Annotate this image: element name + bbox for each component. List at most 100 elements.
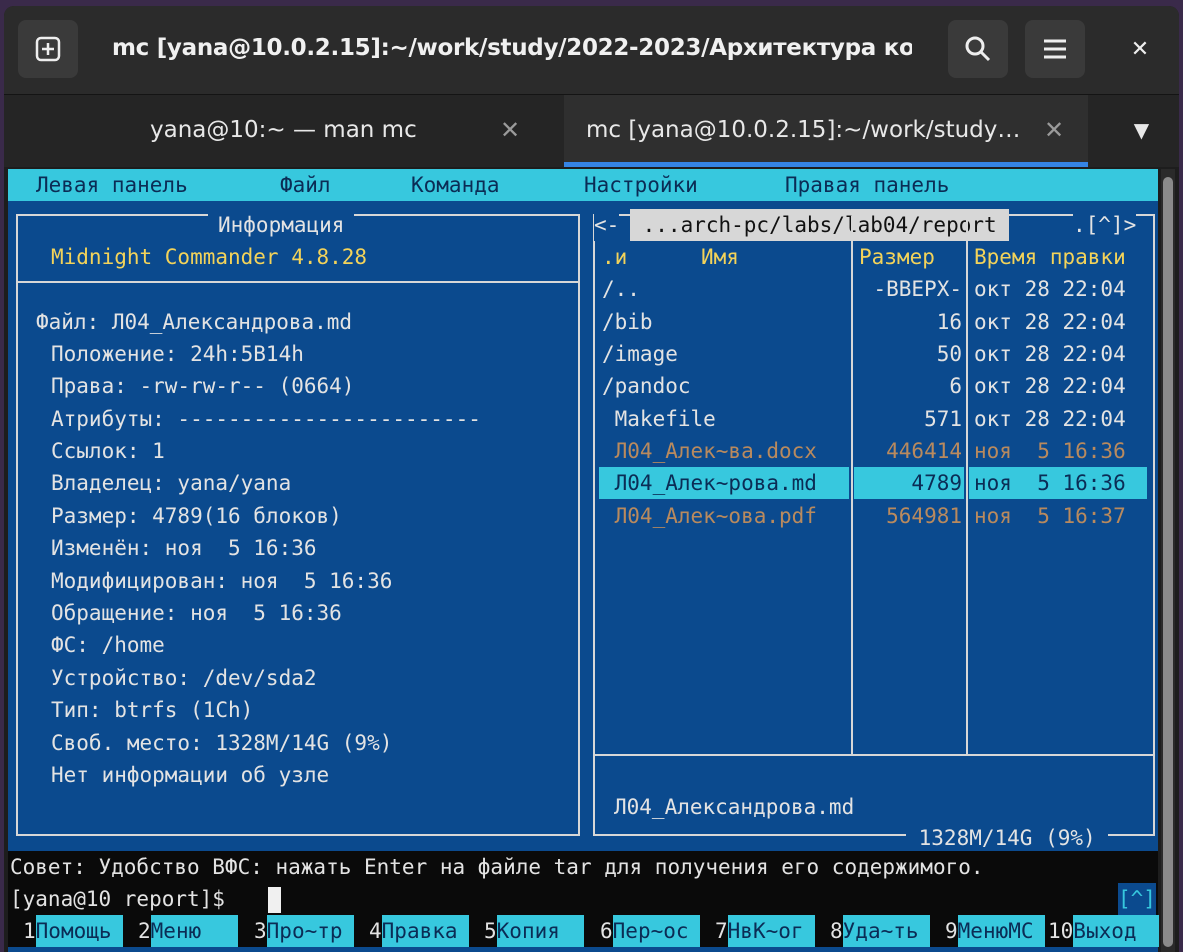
menu-button[interactable] <box>1025 20 1085 78</box>
info-line: Положение: 24h:5B14h <box>51 342 304 366</box>
close-window-button[interactable]: ✕ <box>1110 20 1170 78</box>
close-icon: ✕ <box>1130 36 1150 62</box>
prompt-history-indicator[interactable]: [^] <box>1118 883 1156 915</box>
file-name: Л04_Алек~рова.md <box>602 471 817 495</box>
chevron-down-icon: ▼ <box>1133 118 1150 142</box>
info-line: Нет информации об узле <box>51 763 330 787</box>
window-title: mc [yana@10.0.2.15]:~/work/study/2022-20… <box>112 35 912 61</box>
panel-nav-left[interactable]: <- <box>594 209 620 241</box>
terminal-scrollbar[interactable] <box>1161 169 1175 952</box>
menu-command[interactable]: Команда <box>411 169 500 201</box>
fkey-number: 7 <box>715 919 728 943</box>
file-mtime: ноя 5 16:36 <box>974 439 1126 463</box>
fkey-delete[interactable]: 8Уда~ть <box>830 915 930 947</box>
terminal-area[interactable]: Левая панель Файл Команда Настройки Прав… <box>4 167 1179 952</box>
file-name: Л04_Алек~ва.docx <box>602 439 817 463</box>
left-panel-title: Информация <box>208 209 355 241</box>
file-size: -ВВЕРХ- <box>873 277 962 301</box>
file-size: 50 <box>936 342 962 366</box>
new-tab-icon <box>35 36 61 62</box>
fkey-number: 9 <box>945 919 958 943</box>
fkey-label: Уда~ть <box>842 915 930 947</box>
fkey-number: 5 <box>484 919 497 943</box>
fkey-move[interactable]: 6Пер~ос <box>600 915 700 947</box>
info-line: Атрибуты: ------------------------ <box>51 407 481 431</box>
info-line: Устройство: /dev/sda2 <box>51 666 317 690</box>
fkey-copy[interactable]: 5Копия <box>484 915 584 947</box>
fkey-label: Пер~ос <box>612 915 700 947</box>
fkey-view[interactable]: 3Про~тр <box>254 915 354 947</box>
panel-nav-right[interactable]: .[^]> <box>1073 209 1137 241</box>
command-area: Совет: Удобство ВФС: нажать Enter на фай… <box>8 851 1158 915</box>
file-size: 571 <box>924 407 962 431</box>
file-size: 6 <box>949 374 962 398</box>
search-button[interactable] <box>948 20 1008 78</box>
fkey-label: Копия <box>496 915 584 947</box>
file-mtime: окт 28 22:04 <box>974 277 1126 301</box>
menu-file[interactable]: Файл <box>280 169 331 201</box>
fkey-number: 1 <box>23 919 36 943</box>
fkey-number: 10 <box>1048 919 1074 943</box>
file-mtime: ноя 5 16:36 <box>974 471 1126 495</box>
sort-indicator[interactable]: .и <box>602 241 627 273</box>
mc-version: Midnight Commander 4.8.28 <box>51 245 368 269</box>
info-line: Изменён: ноя 5 16:36 <box>51 536 317 560</box>
fkey-exit[interactable]: 10Выход <box>1048 915 1160 947</box>
tab-man-mc[interactable]: yana@10:~ — man mc ✕ <box>4 95 564 167</box>
terminal-window: mc [yana@10.0.2.15]:~/work/study/2022-20… <box>4 6 1179 952</box>
menu-left-panel[interactable]: Левая панель <box>36 169 188 201</box>
file-mtime: окт 28 22:04 <box>974 342 1126 366</box>
column-header-mtime[interactable]: Время правки <box>974 241 1126 273</box>
file-mtime: окт 28 22:04 <box>974 374 1126 398</box>
column-divider <box>851 216 853 754</box>
panel-path[interactable]: ...arch-pc/labs/lab04/report <box>630 209 1010 241</box>
hamburger-icon <box>1044 39 1066 59</box>
hint-line: Совет: Удобство ВФС: нажать Enter на фай… <box>10 855 984 879</box>
scrollbar-thumb[interactable] <box>1163 177 1173 947</box>
info-line: Владелец: yana/yana <box>51 471 292 495</box>
file-name: /image <box>602 342 678 366</box>
info-line: Модифицирован: ноя 5 16:36 <box>51 569 393 593</box>
tab-bar: yana@10:~ — man mc ✕ mc [yana@10.0.2.15]… <box>4 95 1179 167</box>
column-header-size[interactable]: Размер <box>859 241 935 273</box>
info-line: Права: -rw-rw-r-- (0664) <box>51 374 355 398</box>
tabs-dropdown-button[interactable]: ▼ <box>1104 95 1179 167</box>
fkey-label: Помощь <box>35 915 123 947</box>
fkey-help[interactable]: 1Помощь <box>23 915 123 947</box>
menu-right-panel[interactable]: Правая панель <box>785 169 949 201</box>
fkey-label: НвК~ог <box>727 915 815 947</box>
right-panel-divider <box>593 754 1155 756</box>
title-bar: mc [yana@10.0.2.15]:~/work/study/2022-20… <box>4 6 1179 95</box>
file-size: 4789 <box>911 471 962 495</box>
status-filename: Л04_Александрова.md <box>614 795 855 819</box>
fkey-label: Меню <box>150 915 238 947</box>
menu-settings[interactable]: Настройки <box>584 169 698 201</box>
info-line: Своб. место: 1328M/14G (9%) <box>51 731 393 755</box>
column-header-name[interactable]: Имя <box>701 241 739 273</box>
fkey-edit[interactable]: 4Правка <box>369 915 469 947</box>
column-divider <box>966 216 968 754</box>
info-line: Ссылок: 1 <box>51 439 165 463</box>
midnight-commander: Левая панель Файл Команда Настройки Прав… <box>8 169 1160 952</box>
fkey-menu[interactable]: 2Меню <box>138 915 238 947</box>
file-name: Makefile <box>602 407 716 431</box>
file-size: 564981 <box>886 504 962 528</box>
mc-menu-bar: Левая панель Файл Команда Настройки Прав… <box>8 169 1158 201</box>
tab-close-icon[interactable]: ✕ <box>500 95 520 165</box>
fkey-number: 4 <box>369 919 382 943</box>
info-file: Файл: Л04_Александрова.md <box>36 310 353 334</box>
tab-close-icon[interactable]: ✕ <box>1044 95 1064 165</box>
file-name: /pandoc <box>602 374 691 398</box>
new-tab-button[interactable] <box>18 20 78 78</box>
shell-prompt[interactable]: [yana@10 report]$ <box>10 883 238 915</box>
fkey-menumc[interactable]: 9МенюMC <box>945 915 1045 947</box>
fkey-mkdir[interactable]: 7НвК~ог <box>715 915 815 947</box>
tab-label: mc [yana@10.0.2.15]:~/work/study… <box>586 117 1021 143</box>
fkey-label: Правка <box>381 915 469 947</box>
info-line: Обращение: ноя 5 16:36 <box>51 601 342 625</box>
file-name: /.. <box>602 277 640 301</box>
tab-mc[interactable]: mc [yana@10.0.2.15]:~/work/study… ✕ <box>564 95 1088 167</box>
info-line: Размер: 4789(16 блоков) <box>51 504 342 528</box>
function-key-bar: 1Помощь 2Меню 3Про~тр 4Правка 5Копия 6Пе… <box>8 915 1160 947</box>
fkey-number: 6 <box>600 919 613 943</box>
